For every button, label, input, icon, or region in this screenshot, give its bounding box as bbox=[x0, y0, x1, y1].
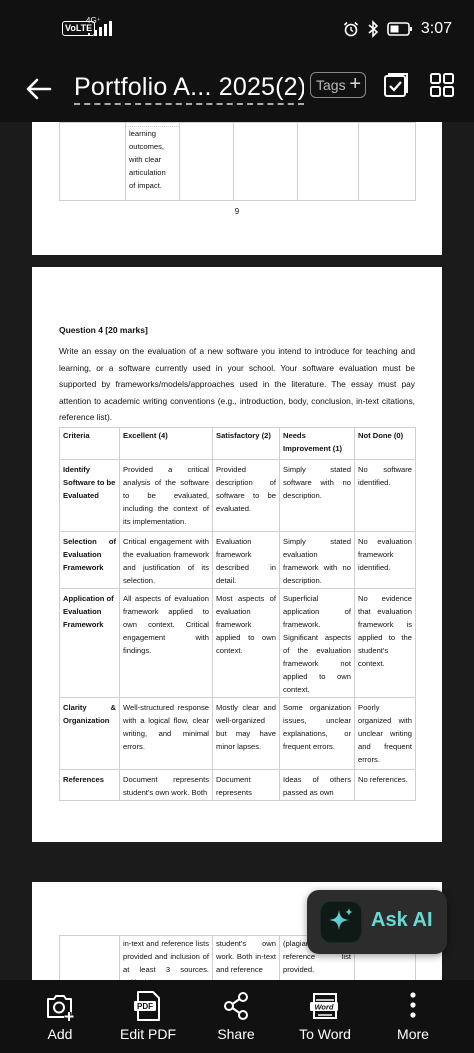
cell-criteria: Identify Software to be Evaluated bbox=[59, 459, 120, 532]
p9-cell-empty bbox=[179, 122, 234, 201]
p9-line: learning bbox=[129, 129, 157, 138]
ask-ai-icon-tile bbox=[321, 902, 361, 942]
svg-text:PDF: PDF bbox=[137, 1002, 153, 1011]
table-row: References Document represents student's… bbox=[59, 769, 416, 801]
table-row: Identify Software to be Evaluated Provid… bbox=[59, 459, 416, 532]
cell-satisfactory: Mostly clear and well-organized but may … bbox=[212, 697, 280, 770]
cell-satisfactory: Document represents bbox=[212, 769, 280, 801]
share-label: Share bbox=[217, 1026, 255, 1042]
p11-cell-excellent: in-text and reference lists provided and… bbox=[119, 935, 213, 980]
header-needs-improvement: Needs Improvement (1) bbox=[279, 427, 355, 460]
add-label: Add bbox=[47, 1026, 73, 1042]
cell-excellent: Provided a critical analysis of the soft… bbox=[119, 459, 213, 532]
page-9: learning outcomes, with clear articulati… bbox=[32, 122, 442, 255]
question-text: Write an essay on the evaluation of a ne… bbox=[59, 346, 415, 423]
p9-line: of impact. bbox=[129, 181, 162, 190]
question-title: Question 4 [20 marks] bbox=[59, 325, 148, 335]
grid-view-icon[interactable] bbox=[428, 71, 456, 99]
share-button[interactable]: Share bbox=[189, 980, 283, 1053]
cell-needs-improvement: Superficial application of framework. Si… bbox=[279, 588, 355, 698]
page-10: Question 4 [20 marks] Write an essay on … bbox=[32, 267, 442, 952]
cell-criteria: Clarity & Organization bbox=[59, 697, 120, 770]
cell-needs-improvement: Ideas of others passed as own bbox=[279, 769, 355, 801]
status-time: 3:07 bbox=[420, 20, 452, 37]
table-header-row: Criteria Excellent (4) Satisfactory (2) … bbox=[59, 427, 416, 460]
ask-ai-label: Ask AI bbox=[371, 909, 433, 931]
edit-pdf-label: Edit PDF bbox=[119, 1026, 176, 1042]
alarm-icon bbox=[343, 21, 358, 37]
table-row: Application of Evaluation Framework All … bbox=[59, 588, 416, 698]
signal-icon bbox=[88, 21, 112, 36]
p9-cell-empty bbox=[233, 122, 298, 201]
cell-needs-improvement: Some organization issues, unclear explan… bbox=[279, 697, 355, 770]
cell-excellent: Document represents student's own work. … bbox=[119, 769, 213, 801]
camera-add-icon bbox=[47, 995, 74, 1022]
cell-not-done: No references. bbox=[354, 769, 416, 801]
to-word-label: To Word bbox=[299, 1026, 351, 1042]
tags-plus-icon: + bbox=[349, 73, 361, 95]
cell-not-done: No evaluation framework identified. bbox=[354, 531, 416, 589]
cell-criteria: Selection of Evaluation Framework bbox=[59, 531, 120, 589]
document-viewport[interactable]: learning outcomes, with clear articulati… bbox=[0, 122, 474, 980]
more-button[interactable]: More bbox=[366, 980, 460, 1053]
cell-not-done: Poorly organized with unclear writing an… bbox=[354, 697, 416, 770]
rubric-table: Criteria Excellent (4) Satisfactory (2) … bbox=[59, 427, 416, 801]
header-not-done: Not Done (0) bbox=[354, 427, 416, 460]
cell-criteria: References bbox=[59, 769, 120, 801]
back-arrow-icon[interactable] bbox=[24, 74, 54, 104]
cell-excellent: Well-structured response with a logical … bbox=[119, 697, 213, 770]
p9-cell-empty bbox=[358, 122, 416, 201]
p9-line: with clear bbox=[129, 155, 162, 164]
cell-not-done: No evidence that evaluation framework is… bbox=[354, 588, 416, 698]
table-row: Selection of Evaluation Framework Critic… bbox=[59, 531, 416, 589]
p9-cell-empty bbox=[59, 122, 126, 201]
cell-excellent: Critical engagement with the evaluation … bbox=[119, 531, 213, 589]
p11-cell-satisfactory: student's own work. Both in-text and ref… bbox=[212, 935, 280, 980]
sparkle-icon bbox=[329, 908, 353, 930]
edit-pdf-button[interactable]: PDF Edit PDF bbox=[101, 980, 195, 1053]
bluetooth-icon bbox=[368, 20, 379, 38]
more-label: More bbox=[397, 1026, 429, 1042]
select-check-icon[interactable] bbox=[382, 71, 410, 99]
document-title[interactable]: Portfolio A... 2025(2) bbox=[74, 73, 304, 102]
pdf-icon: PDF bbox=[134, 991, 160, 1021]
header-criteria: Criteria bbox=[59, 427, 120, 460]
tags-label: Tags bbox=[316, 77, 346, 93]
ask-ai-button[interactable]: Ask AI bbox=[307, 890, 447, 954]
svg-text:Word: Word bbox=[314, 1003, 333, 1012]
bottom-action-bar: Add PDF Edit PDF Share Word To Word More bbox=[0, 980, 474, 1053]
tags-button[interactable]: Tags + bbox=[310, 72, 366, 98]
p11-cell-empty bbox=[59, 935, 120, 980]
table-row: Clarity & Organization Well-structured r… bbox=[59, 697, 416, 770]
status-right: 3:07 bbox=[343, 16, 452, 42]
cell-satisfactory: Evaluation framework described in detail… bbox=[212, 531, 280, 589]
page9-table-fragment: learning outcomes, with clear articulati… bbox=[59, 122, 416, 201]
p9-cell-empty bbox=[297, 122, 359, 201]
p9-line: outcomes, bbox=[129, 142, 165, 151]
cell-satisfactory: Most aspects of evaluation framework app… bbox=[212, 588, 280, 698]
more-vertical-icon bbox=[410, 992, 416, 1018]
status-bar: VoLTE 4G⁺ 3:07 bbox=[0, 0, 474, 60]
cell-needs-improvement: Simply stated evaluation framework with … bbox=[279, 531, 355, 589]
page-number: 9 bbox=[234, 207, 240, 216]
battery-icon bbox=[387, 22, 412, 36]
word-icon: Word bbox=[310, 993, 338, 1019]
cell-criteria: Application of Evaluation Framework bbox=[59, 588, 120, 698]
add-button[interactable]: Add bbox=[13, 980, 107, 1053]
to-word-button[interactable]: Word To Word bbox=[278, 980, 372, 1053]
cell-satisfactory: Provided description of software to be e… bbox=[212, 459, 280, 532]
header-excellent: Excellent (4) bbox=[119, 427, 213, 460]
cell-not-done: No software identified. bbox=[354, 459, 416, 532]
header-satisfactory: Satisfactory (2) bbox=[212, 427, 280, 460]
cell-excellent: All aspects of evaluation framework appl… bbox=[119, 588, 213, 698]
p9-cell-fragment: learning outcomes, with clear articulati… bbox=[125, 122, 180, 201]
cell-needs-improvement: Simply stated software with no descripti… bbox=[279, 459, 355, 532]
title-underline bbox=[74, 103, 304, 105]
p9-line: articulation bbox=[129, 168, 166, 177]
toolbar: Portfolio A... 2025(2) Tags + bbox=[0, 60, 474, 122]
share-icon bbox=[224, 992, 248, 1020]
